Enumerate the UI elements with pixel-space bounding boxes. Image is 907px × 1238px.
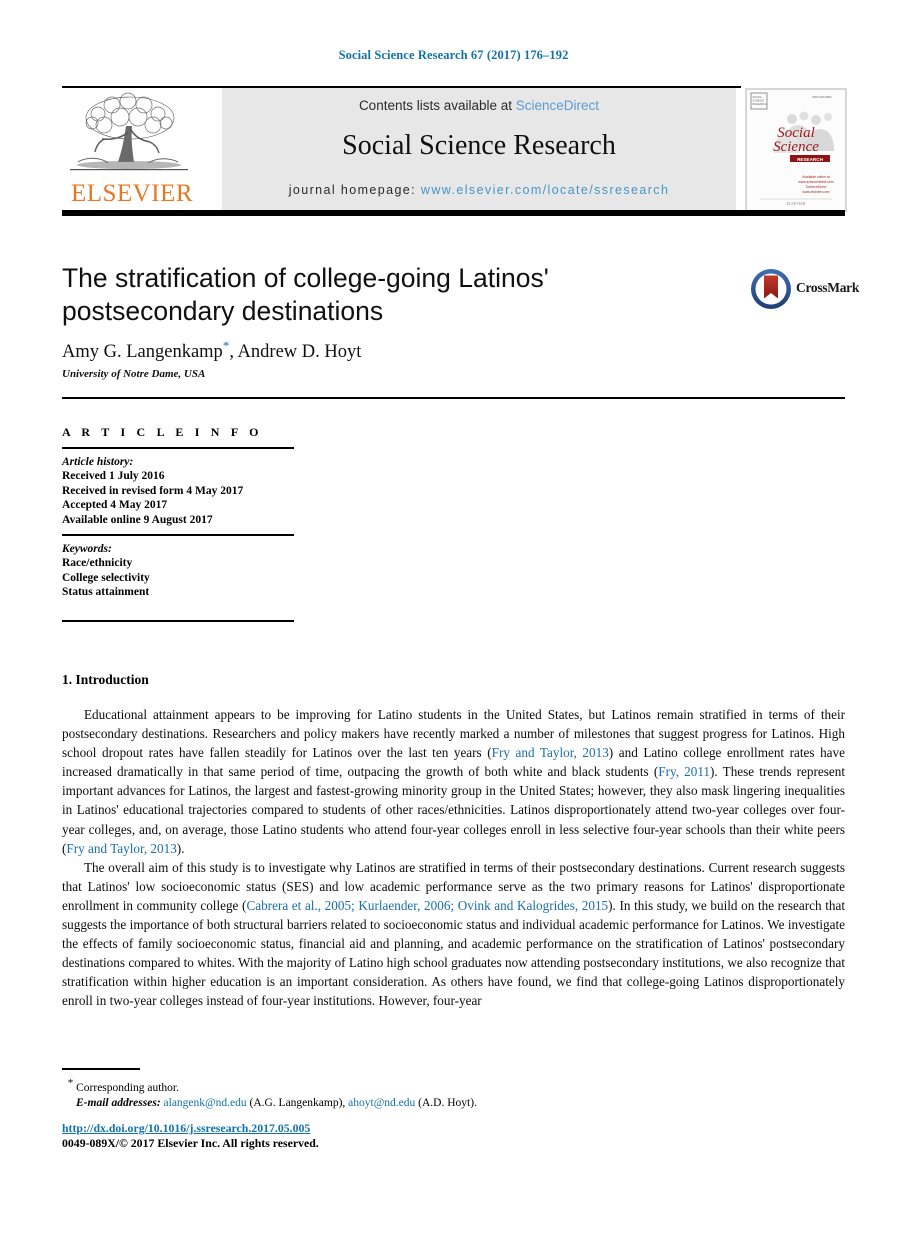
email-note: E-mail addresses: alangenk@nd.edu (A.G. … (62, 1096, 762, 1111)
article-history-3: Available online 9 August 2017 (62, 513, 213, 526)
svg-text:ISSN 0049-089X: ISSN 0049-089X (812, 95, 832, 99)
author-one: Amy G. Langenkamp (62, 342, 223, 363)
footnote-rule (62, 1068, 140, 1070)
doi-link[interactable]: http://dx.doi.org/10.1016/j.ssresearch.2… (62, 1121, 310, 1136)
email-owner-1: (A.G. Langenkamp), (249, 1096, 346, 1109)
corresponding-author-text: Corresponding author. (76, 1081, 179, 1094)
citation-link[interactable]: Cabrera et al., 2005; Kurlaender, 2006; … (246, 898, 608, 913)
citation-link[interactable]: Fry, 2011 (658, 764, 710, 779)
masthead-bottom-rule (62, 210, 845, 216)
keywords-label: Keywords: (62, 543, 112, 555)
homepage-label: journal homepage: (288, 183, 417, 197)
corresponding-author-note: * Corresponding author. (62, 1076, 762, 1096)
crossmark-label: CrossMark (796, 280, 860, 295)
article-info-heading: A R T I C L E I N F O (62, 425, 263, 439)
paragraph-2: The overall aim of this study is to inve… (62, 858, 845, 1011)
crossmark-badge[interactable]: CrossMark (750, 268, 859, 310)
journal-masthead: ELSEVIER Contents lists available at Sci… (62, 86, 847, 216)
journal-title: Social Science Research (342, 130, 616, 161)
elsevier-wordmark: ELSEVIER (70, 180, 194, 207)
keyword-0: Race/ethnicity (62, 557, 133, 569)
svg-text:www.elsevier.com: www.elsevier.com (803, 190, 830, 194)
citation-link[interactable]: Fry and Taylor, 2013 (492, 745, 609, 760)
svg-text:RESEARCH: RESEARCH (797, 157, 823, 162)
svg-text:Available online at: Available online at (802, 175, 830, 179)
journal-homepage-link[interactable]: www.elsevier.com/locate/ssresearch (421, 183, 669, 197)
footnote-star: * (67, 1077, 74, 1089)
copyright-line: 0049-089X/© 2017 Elsevier Inc. All right… (62, 1136, 319, 1150)
svg-text:SOCIAL: SOCIAL (753, 95, 763, 99)
affiliation: University of Notre Dame, USA (62, 368, 206, 380)
paragraph-1: Educational attainment appears to be imp… (62, 705, 845, 858)
contents-line: Contents lists available at ScienceDirec… (222, 98, 736, 113)
article-info-block: A R T I C L E I N F O Article history: R… (62, 425, 294, 629)
citation-link[interactable]: Fry and Taylor, 2013 (66, 841, 176, 856)
journal-banner: Contents lists available at ScienceDirec… (222, 88, 736, 210)
email-link-1[interactable]: alangenk@nd.edu (164, 1097, 247, 1109)
article-history-label: Article history: (62, 456, 134, 468)
svg-text:www.sciencedirect.com: www.sciencedirect.com (798, 180, 833, 184)
article-history-1: Received in revised form 4 May 2017 (62, 484, 244, 497)
text-run: ). In this study, we build on the resear… (62, 897, 845, 1009)
article-first-page: Social Science Research 67 (2017) 176–19… (0, 0, 907, 1238)
article-info-rule-3 (62, 619, 294, 622)
svg-text:Science: Science (773, 139, 819, 155)
body-text: Educational attainment appears to be imp… (62, 705, 845, 1011)
elsevier-logo: ELSEVIER (62, 92, 212, 208)
elsevier-tree-icon (68, 92, 190, 178)
article-history-0: Received 1 July 2016 (62, 470, 165, 482)
svg-text:SCIENCE: SCIENCE (753, 99, 765, 103)
svg-text:RESEARCH: RESEARCH (753, 102, 768, 106)
text-run: ). (176, 840, 185, 856)
affiliation-rule (62, 397, 845, 399)
section-title-introduction: 1. Introduction (62, 672, 149, 687)
running-head: Social Science Research 67 (2017) 176–19… (338, 48, 569, 62)
sciencedirect-link[interactable]: ScienceDirect (516, 98, 599, 113)
svg-text:ELSEVIER: ELSEVIER (787, 201, 806, 206)
article-history-2: Accepted 4 May 2017 (62, 499, 168, 511)
contents-prefix: Contents lists available at (358, 98, 516, 113)
author-list: Amy G. Langenkamp*, Andrew D. Hoyt (62, 338, 702, 363)
email-link-2[interactable]: ahoyt@nd.edu (348, 1097, 415, 1109)
journal-cover-thumbnail[interactable]: SOCIAL SCIENCE RESEARCH ISSN 0049-089X S… (745, 88, 847, 212)
article-info-rule-1 (62, 447, 294, 449)
svg-text:ScienceDirect: ScienceDirect (806, 185, 828, 189)
page-title: The stratification of college-going Lati… (62, 263, 549, 326)
keyword-2: Status attainment (62, 586, 150, 598)
email-owner-2: (A.D. Hoyt). (418, 1096, 477, 1109)
crossmark-icon (751, 269, 791, 309)
article-info-rule-2 (62, 534, 294, 536)
keyword-1: College selectivity (62, 571, 150, 584)
email-label: E-mail addresses: (76, 1096, 161, 1109)
footnote-block: * Corresponding author. E-mail addresses… (62, 1076, 762, 1111)
journal-homepage-line: journal homepage: www.elsevier.com/locat… (222, 183, 736, 197)
author-two: , Andrew D. Hoyt (229, 342, 362, 363)
